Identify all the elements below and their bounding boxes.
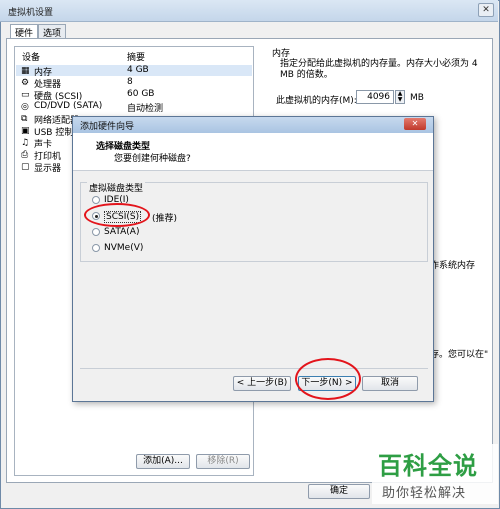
wizard-subheading: 您要创建何种磁盘? — [114, 154, 191, 164]
watermark-title: 百科全说 — [378, 452, 478, 480]
wizard-title: 添加硬件向导 — [80, 122, 135, 132]
device-icon: ♫ — [21, 138, 30, 148]
device-row[interactable]: ◎ CD/DVD (SATA) 自动检测 — [16, 101, 252, 114]
disk-type-group-title: 虚拟磁盘类型 — [87, 181, 146, 194]
annotation-circle — [295, 358, 361, 400]
cancel-button[interactable]: 取消 — [362, 376, 418, 391]
device-icon: ⎙ — [21, 150, 29, 160]
device-row[interactable]: ▦ 内存 4 GB — [16, 65, 252, 78]
nvme-label[interactable]: NVMe(V) — [104, 243, 143, 253]
device-icon: ▣ — [21, 126, 30, 136]
wizard-divider — [80, 368, 428, 369]
nvme-radio[interactable] — [92, 244, 100, 252]
back-button[interactable]: < 上一步(B) — [233, 376, 291, 391]
window-title: 虚拟机设置 — [8, 8, 54, 18]
device-icon: ⚙ — [21, 78, 30, 88]
summary-column-header: 摘要 — [127, 53, 146, 63]
sata-label[interactable]: SATA(A) — [104, 227, 139, 237]
recommended-note: (推荐) — [152, 214, 178, 224]
memory-label: 此虚拟机的内存(M): — [276, 96, 357, 106]
ok-button[interactable]: 确定 — [308, 484, 370, 499]
memory-input[interactable]: 4096 — [356, 90, 394, 104]
memory-unit: MB — [410, 93, 424, 103]
memory-side-text: 存。您可以在" — [430, 350, 489, 360]
device-icon: ◎ — [21, 102, 29, 112]
device-icon: ⧉ — [21, 114, 28, 124]
device-name: 显示器 — [34, 164, 62, 174]
memory-side-text: 作系统内存 — [430, 261, 476, 271]
window-titlebar — [0, 0, 498, 22]
device-icon: ▭ — [21, 90, 30, 100]
device-row[interactable]: ⚙ 处理器 8 — [16, 77, 252, 90]
device-summary: 60 GB — [127, 89, 155, 99]
annotation-circle — [84, 203, 150, 227]
device-row[interactable]: ▭ 硬盘 (SCSI) 60 GB — [16, 89, 252, 102]
memory-section-title: 内存 — [272, 49, 291, 59]
device-icon: ▦ — [21, 66, 30, 76]
device-icon: ▢ — [21, 162, 30, 172]
device-summary: 8 — [127, 77, 133, 87]
window-close-icon[interactable]: ✕ — [478, 3, 494, 17]
watermark-subtitle: 助你轻松解决 — [382, 486, 467, 501]
tab-options[interactable]: 选项 — [38, 24, 67, 39]
tab-hardware[interactable]: 硬件 — [10, 24, 39, 39]
device-summary: 4 GB — [127, 65, 149, 75]
memory-description: 指定分配给此虚拟机的内存量。内存大小必须为 4 MB 的倍数。 — [280, 59, 478, 80]
add-hardware-button[interactable]: 添加(A)... — [136, 454, 190, 469]
device-column-header: 设备 — [22, 53, 41, 63]
sata-radio[interactable] — [92, 228, 100, 236]
remove-hardware-button[interactable]: 移除(R) — [196, 454, 250, 469]
device-name: CD/DVD (SATA) — [34, 101, 103, 111]
ide-radio[interactable] — [92, 196, 100, 204]
memory-spinner-icon[interactable]: ▲ ▼ — [395, 90, 405, 104]
wizard-close-icon[interactable]: ✕ — [404, 118, 426, 130]
